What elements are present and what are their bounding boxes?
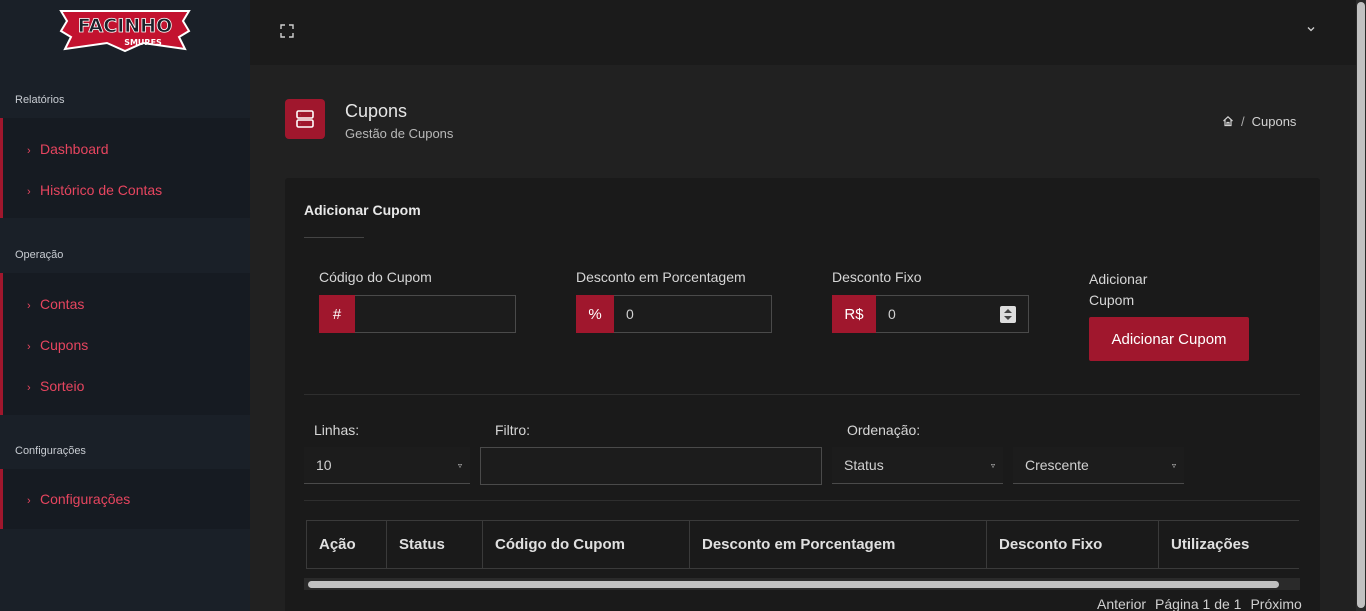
sidebar-section-title: Operação [15,249,64,261]
pagination: Anterior Página 1 de 1 Próximo [1097,596,1311,611]
app-root: FACINHO SMURFS Relatórios › Dashboard › Hi… [0,0,1366,611]
percent-discount-input[interactable]: 0 [614,295,772,333]
chevron-right-icon: › [27,341,31,353]
breadcrumb-current: Cupons [1251,114,1297,129]
table-header: Ação Status Código do Cupom Desconto em … [306,520,1299,569]
column-header-codigo[interactable]: Código do Cupom [482,521,689,568]
fixed-discount-value: 0 [888,306,896,322]
scrollbar-thumb[interactable] [308,581,1279,588]
chevron-right-icon: › [27,300,31,312]
code-input-group: # [319,295,516,333]
breadcrumb: / Cupons [1222,114,1296,129]
chevron-right-icon: › [27,382,31,394]
home-icon[interactable] [1222,115,1234,127]
breadcrumb-separator: / [1241,114,1245,129]
divider [304,500,1300,501]
add-coupon-button[interactable]: Adicionar Cupom [1089,317,1249,361]
sidebar-group-relatorios: › Dashboard › Histórico de Contas [0,118,250,218]
coupon-code-input[interactable] [355,295,516,333]
chevron-right-icon: › [27,186,31,198]
caret-down-icon: ▿ [1171,461,1176,470]
rows-label: Linhas: [314,422,360,438]
filter-input[interactable] [480,447,822,485]
svg-text:FACINHO: FACINHO [78,15,172,37]
fixed-label: Desconto Fixo [832,269,922,285]
sidebar-item-label: Dashboard [40,141,109,157]
sidebar-item-label: Histórico de Contas [40,182,163,198]
vertical-scrollbar[interactable] [1356,0,1366,611]
fullscreen-icon[interactable] [280,24,294,38]
chevron-down-icon[interactable] [1306,24,1316,34]
page-icon [285,99,325,139]
chevron-right-icon: › [27,495,31,507]
title-underline [304,237,364,238]
percent-input-group: % 0 [576,295,772,333]
percent-label: Desconto em Porcentagem [576,269,746,285]
column-header-acao[interactable]: Ação [306,521,386,568]
code-label: Código do Cupom [319,269,432,285]
column-header-utilizacoes[interactable]: Utilizações [1158,521,1299,568]
sidebar-section-title: Relatórios [15,94,65,106]
sort-field-select[interactable]: Status ▿ [832,447,1003,484]
sidebar-section-title: Configurações [15,445,86,457]
sort-direction-select[interactable]: Crescente ▿ [1013,447,1184,484]
fixed-discount-input[interactable]: 0 [876,295,1029,333]
caret-down-icon: ▿ [990,461,995,470]
column-header-fixo[interactable]: Desconto Fixo [986,521,1158,568]
sidebar-item-sorteio[interactable]: › Sorteio [27,378,84,394]
add-label-line: Adicionar [1089,271,1148,287]
add-label: Adicionar Cupom [1089,269,1147,311]
sidebar-group-operacao: › Contas › Cupons › Sorteio [0,273,250,415]
percent-icon: % [576,295,614,333]
sidebar-item-label: Contas [40,296,85,312]
page-title: Cupons [345,101,408,121]
add-label-line: Cupom [1089,292,1135,308]
prev-page-button[interactable]: Anterior [1097,596,1146,611]
page-subtitle: Gestão de Cupons [345,126,454,141]
number-stepper[interactable] [1000,306,1016,323]
svg-text:SMURFS: SMURFS [124,38,162,47]
card-title: Adicionar Cupom [304,202,421,218]
sidebar: FACINHO SMURFS Relatórios › Dashboard › Hi… [0,0,250,611]
sidebar-item-label: Configurações [40,491,131,507]
coupon-card: Adicionar Cupom Código do Cupom # Descon… [285,178,1320,611]
brand-logo[interactable]: FACINHO SMURFS [57,7,193,53]
sidebar-item-configuracoes[interactable]: › Configurações [27,491,130,507]
column-header-status[interactable]: Status [386,521,482,568]
sort-label: Ordenação: [847,422,921,438]
sidebar-item-historico[interactable]: › Histórico de Contas [27,182,162,198]
scrollbar-thumb[interactable] [1357,2,1365,608]
sidebar-item-contas[interactable]: › Contas [27,296,84,312]
sidebar-item-label: Sorteio [40,378,85,394]
next-page-button[interactable]: Próximo [1250,596,1301,611]
filter-label: Filtro: [495,422,530,438]
fixed-input-group: R$ 0 [832,295,1029,333]
rows-select[interactable]: 10 ▿ [304,447,470,484]
divider [304,394,1300,395]
hash-icon: # [319,295,355,333]
page-info: Página 1 de 1 [1155,596,1242,611]
chevron-right-icon: › [27,145,31,157]
topbar [250,0,1356,65]
sidebar-item-cupons[interactable]: › Cupons [27,337,88,353]
horizontal-scrollbar[interactable] [304,578,1300,590]
server-icon [296,110,314,128]
sort-field-value: Status [844,457,884,473]
sidebar-item-dashboard[interactable]: › Dashboard [27,141,109,157]
caret-down-icon: ▿ [457,461,462,470]
sort-direction-value: Crescente [1025,457,1089,473]
column-header-porcentagem[interactable]: Desconto em Porcentagem [689,521,986,568]
sidebar-group-configuracoes: › Configurações [0,469,250,529]
currency-icon: R$ [832,295,876,333]
rows-value: 10 [316,457,332,473]
sidebar-item-label: Cupons [40,337,89,353]
